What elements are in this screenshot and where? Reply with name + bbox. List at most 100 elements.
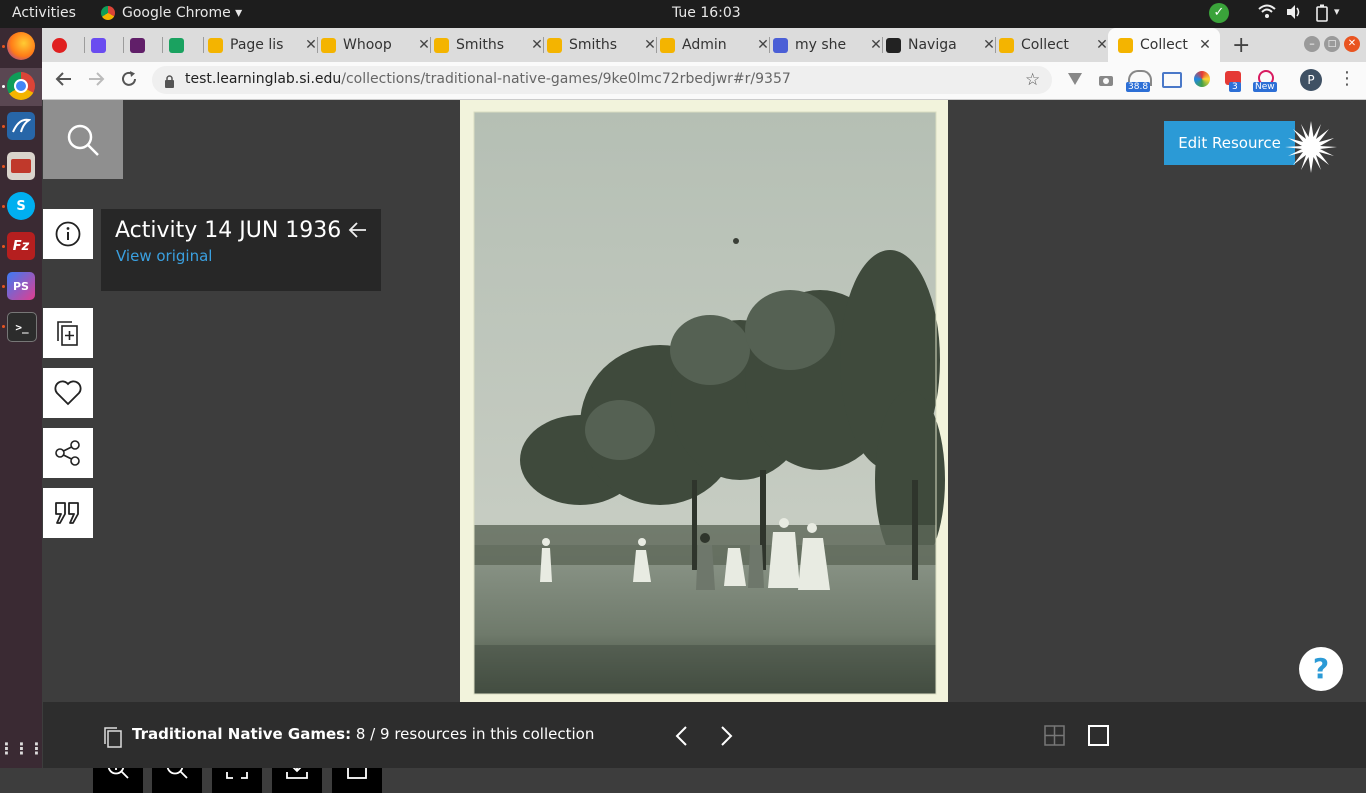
square-icon [1088,725,1109,746]
tab-collection[interactable]: Collect ✕ [999,28,1109,62]
url-text: test.learninglab.si.edu/collections/trad… [185,71,791,87]
tab-smiths-2[interactable]: Smiths ✕ [547,28,657,62]
linear-icon [91,37,106,53]
chevron-left-icon [675,726,687,746]
previous-resource-button[interactable] [673,724,691,752]
show-applications-icon[interactable]: ⋮⋮⋮ [0,734,45,762]
screenshot-extension-icon[interactable] [1098,72,1114,91]
tab-smiths-1[interactable]: Smiths ✕ [434,28,544,62]
collection-label[interactable]: Traditional Native Games: 8 / 9 resource… [132,725,594,743]
tab-collection-active[interactable]: Collect ✕ [1108,28,1220,62]
url-host: test.learninglab.si.edu [185,71,342,87]
learninglab-icon [547,37,562,53]
activities-button[interactable]: Activities [12,5,76,21]
search-button[interactable] [43,100,123,179]
favorite-button[interactable] [43,368,93,418]
edit-resource-button[interactable]: Edit Resource [1164,121,1295,165]
forward-button[interactable] [86,69,106,93]
tab-label: Whoop [343,37,392,53]
app-menu[interactable]: Google Chrome ▾ [122,5,242,21]
learninglab-icon [1118,37,1133,53]
tab-admin[interactable]: Admin ✕ [660,28,770,62]
tab-pinned-4[interactable] [169,28,204,62]
tab-pinned-3[interactable] [130,28,163,62]
learninglab-icon [434,37,449,53]
next-resource-button[interactable] [717,724,735,752]
cite-button[interactable] [43,488,93,538]
reload-button[interactable] [119,69,139,93]
app-name: Google Chrome [122,5,231,21]
volume-icon[interactable] [1285,4,1303,24]
update-check-icon[interactable]: ✓ [1209,3,1229,23]
close-tab-icon[interactable]: ✕ [643,37,657,53]
mysql-workbench-icon[interactable] [7,112,35,140]
info-icon [55,221,81,247]
close-tab-icon[interactable]: ✕ [1198,37,1212,53]
profile-avatar[interactable]: P [1300,69,1322,91]
phpstorm-icon[interactable]: PS [7,272,35,300]
share-icon [55,440,80,466]
lock-icon[interactable] [164,73,175,92]
filezilla-icon[interactable]: Fz [7,232,35,260]
clock[interactable]: Tue 16:03 [672,5,741,21]
help-button[interactable]: ? [1299,647,1343,691]
tab-my-sheet[interactable]: my she ✕ [773,28,883,62]
collapse-panel-button[interactable] [347,219,369,245]
add-to-collection-button[interactable] [43,308,93,358]
wifi-icon[interactable] [1258,4,1276,24]
tab-label: Collect [1140,37,1188,53]
close-tab-icon[interactable]: ✕ [982,37,996,53]
close-window-button[interactable]: ✕ [1344,36,1360,52]
view-original-link[interactable]: View original [116,247,212,265]
tab-page-list[interactable]: Page lis ✕ [208,28,318,62]
bookmark-star-icon[interactable]: ☆ [1025,70,1040,90]
file-manager-icon[interactable] [7,152,35,180]
info-button[interactable] [43,209,93,259]
tab-pinned-1[interactable] [52,28,85,62]
chrome-menu-icon[interactable]: ⋮ [1338,68,1356,89]
close-tab-icon[interactable]: ✕ [1095,37,1109,53]
browser-toolbar: test.learninglab.si.edu/collections/trad… [42,62,1366,100]
tab-label: Page lis [230,37,284,53]
grid-view-button[interactable] [1044,725,1065,750]
tab-navigation[interactable]: Naviga ✕ [886,28,996,62]
address-bar[interactable]: test.learninglab.si.edu/collections/trad… [152,66,1052,94]
close-tab-icon[interactable]: ✕ [417,37,431,53]
terminal-icon[interactable]: >_ [7,312,37,342]
tab-label: Smiths [456,37,505,53]
dock: S Fz PS >_ ⋮⋮⋮ [0,28,45,768]
collection-icon [103,726,123,752]
share-button[interactable] [43,428,93,478]
firefox-icon[interactable] [7,32,35,60]
resource-image[interactable] [460,100,948,702]
minimize-window-button[interactable]: – [1304,36,1320,52]
close-tab-icon[interactable]: ✕ [756,37,770,53]
window-resizer-extension-icon[interactable] [1162,72,1182,88]
tab-whoop[interactable]: Whoop ✕ [321,28,431,62]
resource-viewer: Activity 14 JUN 1936 View original Edit … [43,100,1366,793]
chrome-dock-icon[interactable] [7,72,35,100]
starburst-decoration [1285,121,1337,177]
close-tab-icon[interactable]: ✕ [304,37,318,53]
heart-icon [54,380,82,406]
vimium-extension-icon[interactable] [1067,71,1083,91]
maximize-window-button[interactable]: □ [1324,36,1340,52]
single-view-button[interactable] [1088,725,1109,750]
learninglab-icon [208,37,223,53]
speed-badge: 38.8 [1126,82,1151,92]
tab-pinned-2[interactable] [91,28,124,62]
close-tab-icon[interactable]: ✕ [530,37,544,53]
arrow-left-icon [348,222,366,238]
new-tab-button[interactable]: + [1232,33,1250,58]
battery-icon[interactable] [1315,4,1329,26]
color-picker-extension-icon[interactable] [1194,71,1210,87]
quote-icon [55,502,79,524]
system-menu-icon[interactable]: ▾ [1334,5,1340,18]
pinterest-icon [52,37,67,53]
collection-navigation-bar: Traditional Native Games: 8 / 9 resource… [43,702,1366,768]
skype-icon[interactable]: S [7,192,35,220]
chrome-icon [101,6,115,20]
back-button[interactable] [54,69,74,93]
chevron-right-icon [721,726,733,746]
close-tab-icon[interactable]: ✕ [869,37,883,53]
